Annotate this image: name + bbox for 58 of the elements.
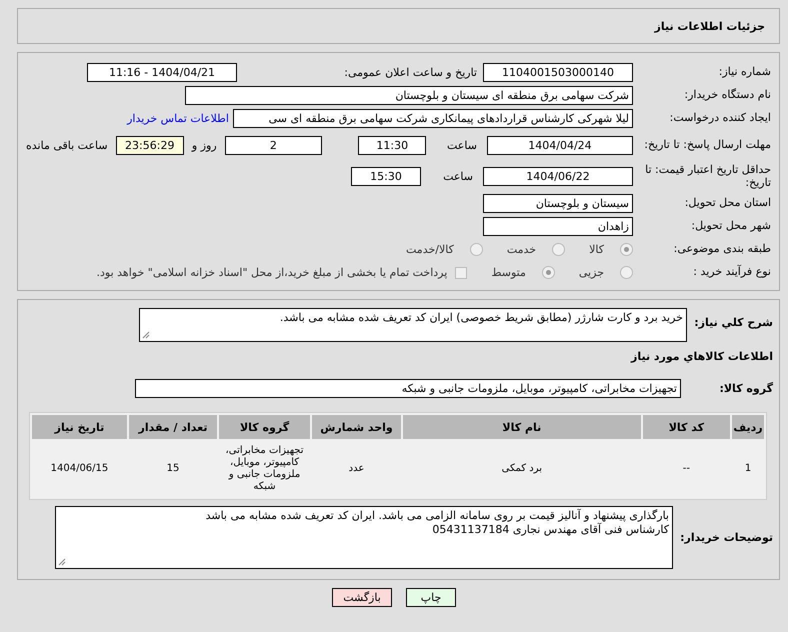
radio-button[interactable] (620, 266, 633, 279)
checkbox[interactable] (455, 266, 468, 278)
input-field[interactable]: 1404/06/22 (483, 167, 633, 186)
input-field[interactable]: لیلا شهرکی کارشناس قراردادهای پیمانکاری شرکت سهامی برق منطقه ای سی (233, 109, 633, 128)
radio-button[interactable] (470, 243, 483, 256)
input-field[interactable]: 1104001503000140 (483, 63, 633, 82)
resize-grip-icon[interactable] (58, 558, 66, 566)
radio-label: جزیی (578, 266, 604, 279)
countdown-field: 23:56:29 (116, 136, 184, 155)
input-field[interactable]: 2 (224, 136, 322, 155)
column-header: تاریخ نیاز (32, 415, 127, 439)
radio-button[interactable] (552, 243, 566, 256)
field-label: استان محل تحویل: (684, 197, 772, 210)
description-field[interactable]: خرید برد و کارت شارژر (مطابق شریط خصوصی) ایران کد تعریف شده مشابه می باشد. (139, 308, 687, 342)
field-label: نوع فرآیند خرید : (692, 266, 772, 279)
field-label: حداقل تاریخ اعتبار قیمت: تا تاریخ: (644, 164, 772, 189)
field-label: طبقه بندی موضوعی: (672, 243, 772, 256)
radio-label: متوسط (491, 266, 526, 279)
radio-label: خدمت (506, 243, 536, 256)
field-label: گروه کالا: (718, 382, 774, 395)
resize-grip-icon[interactable] (142, 331, 150, 339)
field-label: نام دستگاه خریدار: (683, 89, 772, 102)
field-label: روز و (190, 139, 218, 152)
field-label: شهر محل تحویل: (690, 220, 772, 233)
input-field[interactable]: 1404/04/21 - 11:16 (87, 63, 237, 82)
column-header: کد کالا (642, 415, 730, 439)
input-field[interactable]: 11:30 (358, 136, 426, 155)
field-label: توضیحات خریدار: (679, 531, 774, 544)
action-button[interactable]: بازگشت (332, 588, 392, 607)
column-header: ردیف (732, 415, 764, 439)
field-label: ایجاد کننده درخواست: (668, 112, 772, 125)
field-label: مهلت ارسال پاسخ: تا تاریخ: (643, 139, 772, 152)
column-header: تعداد / مقدار (128, 415, 218, 439)
radio-button[interactable] (620, 243, 633, 256)
input-field[interactable]: شرکت سهامی برق منطقه ای سیستان و بلوچستان (185, 86, 633, 105)
input-field[interactable]: 1404/04/24 (486, 136, 633, 155)
section-title: اطلاعات کالاهاي مورد نياز (630, 349, 774, 363)
buyer-contact-link[interactable]: اطلاعات تماس خریدار (127, 112, 229, 125)
field-label: ساعت (442, 170, 474, 183)
column-header: نام کالا (403, 415, 641, 439)
input-field[interactable]: سیستان و بلوچستان (483, 194, 633, 213)
field-label: ساعت (446, 139, 478, 152)
notes-field[interactable]: بارگذاری پیشنهاد و آنالیز قیمت بر روی سامانه الزامی می باشد. ایران کد تعریف شده مشابه می باشد کارشناس فنی آقای مهندس نجاری 05431137184 (55, 506, 673, 569)
column-header: گروه کالا (219, 415, 310, 439)
radio-label: کالا (589, 243, 604, 256)
page-title: جزئیات اطلاعات نیاز (654, 20, 765, 32)
radio-button[interactable] (542, 266, 555, 279)
checkbox-label: پرداخت تمام یا بخشی از مبلغ خرید،از محل "اسناد خزانه اسلامی" خواهد بود. (96, 266, 448, 279)
action-button[interactable]: چاپ (406, 588, 456, 607)
input-field[interactable]: 15:30 (351, 167, 421, 186)
input-field[interactable]: زاهدان (483, 217, 633, 236)
field-label: ساعت باقی مانده (25, 139, 109, 152)
radio-label: کالا/خدمت (406, 243, 454, 256)
field-label: شماره نیاز: (718, 66, 772, 79)
field-label: شرح کلي نياز: (693, 315, 774, 329)
field-label: تاریخ و ساعت اعلان عمومی: (343, 66, 478, 79)
input-field[interactable]: تجهیزات مخابراتی، کامپیوتر، موبایل، ملزومات جانبی و شبکه (135, 379, 681, 398)
column-header: واحد شمارش (312, 415, 401, 439)
